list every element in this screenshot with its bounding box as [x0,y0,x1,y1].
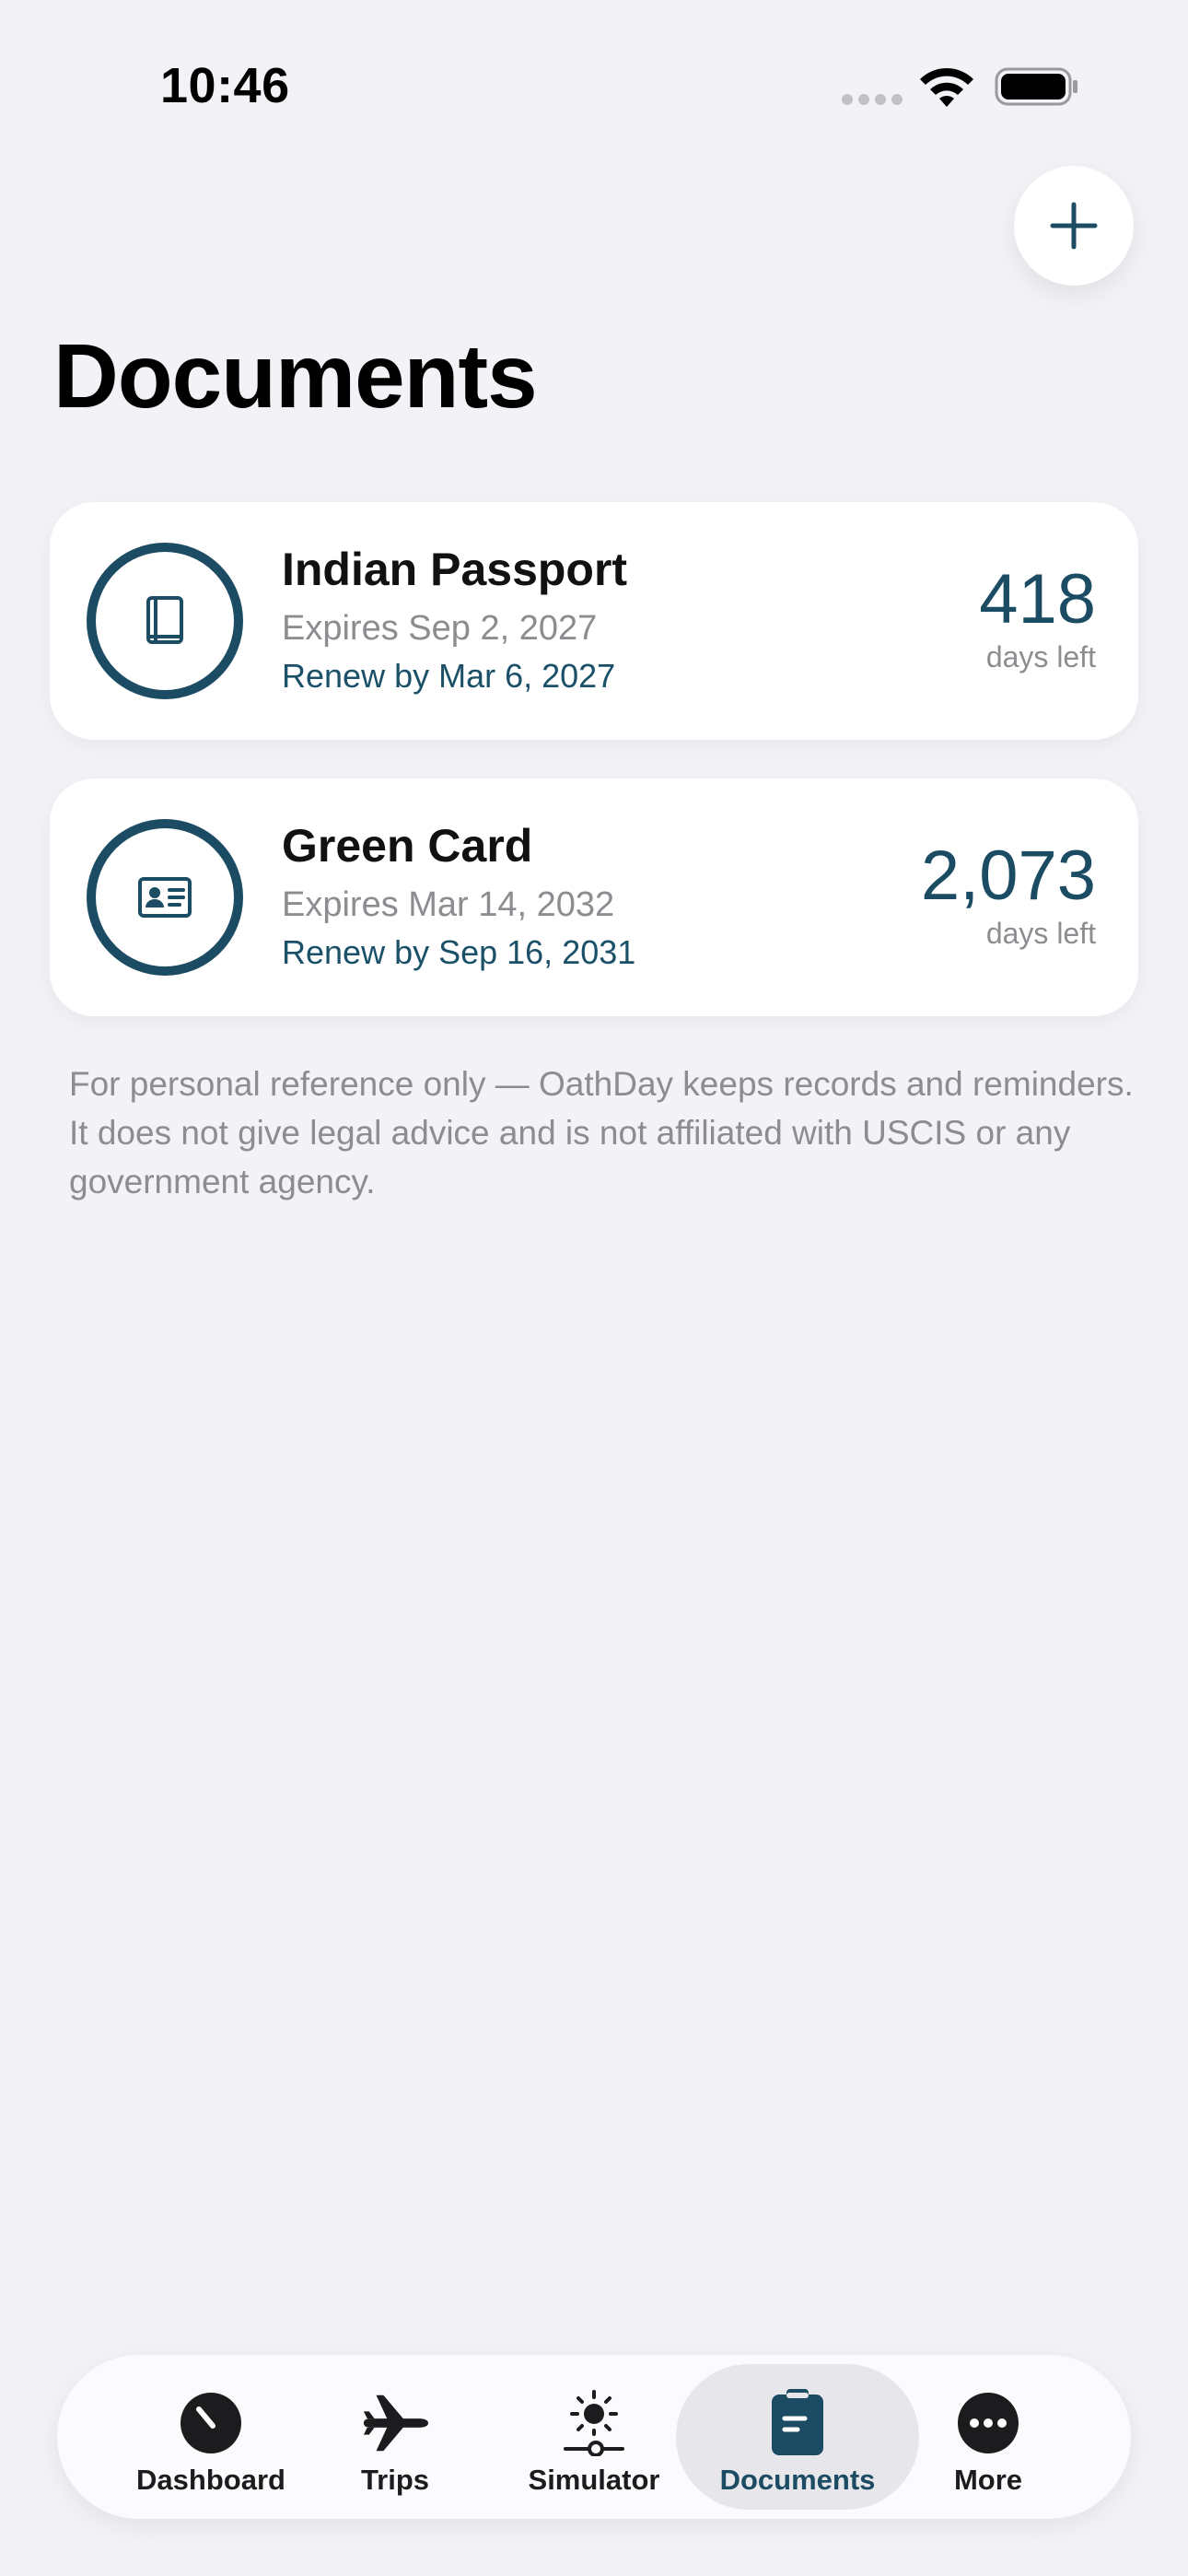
document-card-passport[interactable]: Indian Passport Expires Sep 2, 2027 Rene… [50,502,1138,740]
document-card-green-card[interactable]: Green Card Expires Mar 14, 2032 Renew by… [50,779,1138,1016]
sun-slider-icon [564,2390,624,2456]
documents-screen: 10:46 Documents Indian Passport Expires … [0,0,1188,2576]
tab-more[interactable]: More [884,2364,1092,2510]
tab-trips[interactable]: Trips [280,2364,510,2510]
status-time: 10:46 [160,58,290,113]
document-clipboard-icon [772,2389,823,2455]
plus-icon [1050,202,1098,250]
disclaimer-text: For personal reference only — OathDay ke… [69,1065,1134,1200]
cellular-signal-icon [842,94,903,105]
tab-documents[interactable]: Documents [676,2364,919,2510]
tab-bar: Dashboard Trips Simulator Documents More [57,2355,1131,2519]
tab-simulator[interactable]: Simulator [481,2364,707,2510]
document-renew-by: Renew by Sep 16, 2031 [282,933,636,971]
passport-book-icon [146,596,183,644]
days-left-label: days left [985,640,1096,673]
tab-label: More [953,2464,1023,2496]
days-left-count: 418 [979,560,1096,638]
tab-label: Simulator [528,2464,660,2496]
document-expiry: Expires Mar 14, 2032 [282,885,615,924]
add-document-button[interactable] [1014,166,1134,286]
id-card-icon [138,877,192,918]
ellipsis-circle-icon [958,2393,1019,2453]
battery-icon [995,67,1077,106]
tab-label: Documents [719,2464,876,2496]
tab-label: Trips [360,2464,430,2496]
gauge-icon [181,2393,241,2453]
document-expiry: Expires Sep 2, 2027 [282,609,598,648]
page-title: Documents [53,325,538,427]
days-left-count: 2,073 [920,837,1096,915]
days-left-label: days left [985,917,1096,950]
document-name: Indian Passport [282,544,628,595]
tab-label: Dashboard [136,2464,285,2496]
wifi-icon [920,67,973,107]
document-icon-ring [87,819,243,976]
document-name: Green Card [282,820,533,872]
document-renew-by: Renew by Mar 6, 2027 [282,657,616,695]
document-icon-ring [87,543,243,699]
airplane-icon [363,2395,429,2452]
